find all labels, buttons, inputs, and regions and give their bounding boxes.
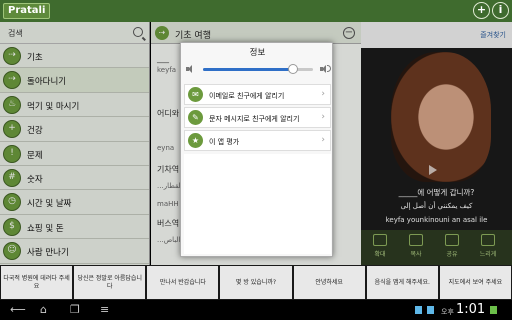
add-button[interactable]: + <box>473 2 490 19</box>
volume-slider[interactable] <box>203 64 313 74</box>
quick-phrase-button[interactable]: 지도에서 보여 주세요 <box>439 266 511 299</box>
info-button[interactable]: i <box>492 2 509 19</box>
dialog-body <box>184 154 331 254</box>
rate-app-label: 이 앱 평가 <box>209 138 240 146</box>
recent-apps-icon[interactable]: ❐ <box>70 304 80 316</box>
quick-phrase-button[interactable]: 음식을 맵게 해주세요. <box>366 266 438 299</box>
quick-phrase-button[interactable]: 당신은 정말로 아름답습니다 <box>74 266 146 299</box>
menu-icon[interactable]: ≡ <box>100 304 109 316</box>
home-icon[interactable]: ⌂ <box>40 304 47 316</box>
volume-row <box>181 59 334 79</box>
battery-icon <box>427 306 434 314</box>
quick-phrase-button[interactable]: 다국적 병원에 데려다 주세요 <box>1 266 73 299</box>
quick-phrase-strip: 다국적 병원에 데려다 주세요 당신은 정말로 아름답습니다 만나서 반갑습니다… <box>0 265 512 300</box>
email-friend-item[interactable]: ✉ 이메일로 친구에게 알리기 › <box>184 84 331 105</box>
sms-friend-item[interactable]: ✎ 문자 메시지로 친구에게 알리기 › <box>184 107 331 128</box>
quick-phrase-button[interactable]: 몇 방 있습니까? <box>220 266 292 299</box>
back-icon[interactable]: ⟵ <box>10 304 26 316</box>
quick-phrase-button[interactable]: 만나서 반갑습니다 <box>147 266 219 299</box>
dialog-title: 정보 <box>249 48 266 58</box>
volume-mute-icon <box>186 64 195 73</box>
email-friend-label: 이메일로 친구에게 알리기 <box>209 92 285 100</box>
volume-thumb[interactable] <box>288 64 299 74</box>
chevron-right-icon: › <box>321 89 325 99</box>
info-dialog: 정보 ✉ 이메일로 친구에게 알리기 › ✎ 문자 메시지로 친구에게 알리기 … <box>180 42 333 257</box>
app-logo: Pratali <box>3 3 51 19</box>
system-navigation-bar: ⟵ ⌂ ❐ ≡ 오후 1:01 <box>0 300 512 320</box>
app-header: Pratali + i <box>0 0 512 22</box>
wifi-icon <box>415 306 422 314</box>
message-icon: ✎ <box>188 110 203 125</box>
clock-ampm: 오후 <box>441 308 454 316</box>
chevron-right-icon: › <box>321 112 325 122</box>
email-icon: ✉ <box>188 87 203 102</box>
volume-fill <box>203 68 294 71</box>
signal-icon <box>490 306 497 314</box>
quick-phrase-button[interactable]: 안녕하세요 <box>293 266 365 299</box>
volume-up-icon <box>320 64 331 73</box>
sms-friend-label: 문자 메시지로 친구에게 알리기 <box>209 115 300 123</box>
rate-app-item[interactable]: ★ 이 앱 평가 › <box>184 130 331 151</box>
star-icon: ★ <box>188 133 203 148</box>
chevron-right-icon: › <box>321 135 325 145</box>
clock-time: 1:01 <box>456 302 486 317</box>
